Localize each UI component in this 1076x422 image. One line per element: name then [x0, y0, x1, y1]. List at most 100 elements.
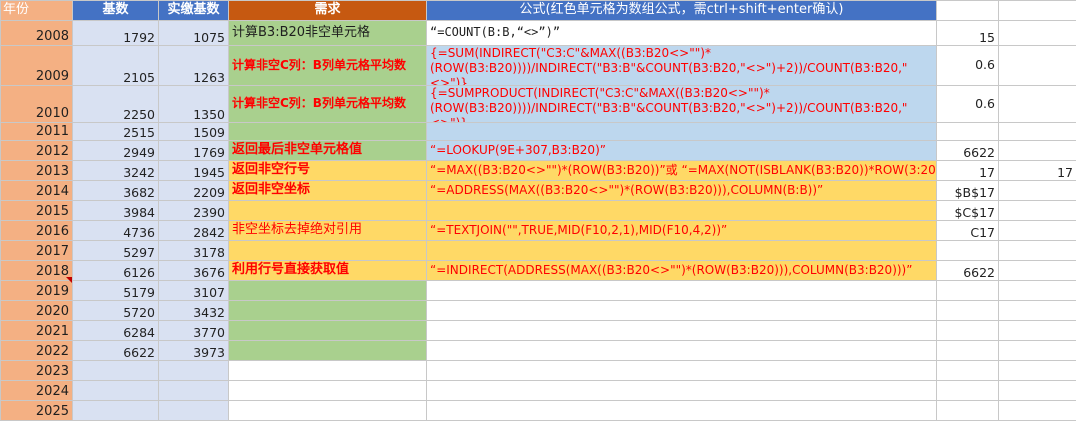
cell-year[interactable]: 2025: [1, 401, 73, 421]
cell-paid[interactable]: 3107: [159, 281, 229, 301]
cell-result[interactable]: [937, 301, 999, 321]
cell-paid[interactable]: 2842: [159, 221, 229, 241]
cell-result[interactable]: C17: [937, 221, 999, 241]
cell-base[interactable]: 3984: [73, 201, 159, 221]
header-extra[interactable]: [999, 1, 1076, 21]
cell-formula[interactable]: “=MAX((B3:B20<>"")*(ROW(B3:B20))”或 “=MAX…: [427, 161, 937, 181]
cell-need[interactable]: [229, 341, 427, 361]
cell-extra[interactable]: 17: [999, 161, 1076, 181]
cell-result[interactable]: 0.6: [937, 86, 999, 123]
cell-year[interactable]: 2015: [1, 201, 73, 221]
cell-extra[interactable]: [999, 241, 1076, 261]
cell-year[interactable]: 2020: [1, 301, 73, 321]
cell-year[interactable]: 2016: [1, 221, 73, 241]
cell-formula[interactable]: [427, 381, 937, 401]
header-base[interactable]: 基数: [73, 1, 159, 21]
cell-paid[interactable]: 1945: [159, 161, 229, 181]
header-paid[interactable]: 实缴基数: [159, 1, 229, 21]
cell-formula[interactable]: “=ADDRESS(MAX((B3:B20<>"")*(ROW(B3:B20))…: [427, 181, 937, 201]
cell-result[interactable]: $B$17: [937, 181, 999, 201]
cell-base[interactable]: 4736: [73, 221, 159, 241]
cell-base[interactable]: 6284: [73, 321, 159, 341]
cell-result[interactable]: 6622: [937, 261, 999, 281]
cell-base[interactable]: 2250: [73, 86, 159, 123]
cell-paid[interactable]: 2209: [159, 181, 229, 201]
cell-result[interactable]: [937, 123, 999, 141]
cell-paid[interactable]: 2390: [159, 201, 229, 221]
cell-year[interactable]: 2017: [1, 241, 73, 261]
cell-need[interactable]: [229, 321, 427, 341]
cell-extra[interactable]: [999, 401, 1076, 421]
cell-year[interactable]: 2019: [1, 281, 73, 301]
cell-result[interactable]: [937, 361, 999, 381]
cell-formula[interactable]: [427, 341, 937, 361]
cell-need[interactable]: 返回最后非空单元格值: [229, 141, 427, 161]
cell-extra[interactable]: [999, 341, 1076, 361]
cell-paid[interactable]: 3178: [159, 241, 229, 261]
cell-base[interactable]: 1792: [73, 21, 159, 46]
cell-paid[interactable]: 3676: [159, 261, 229, 281]
cell-formula[interactable]: “=COUNT(B:B,“<>”)”: [427, 21, 937, 46]
cell-extra[interactable]: [999, 381, 1076, 401]
cell-formula[interactable]: [427, 281, 937, 301]
cell-result[interactable]: [937, 321, 999, 341]
cell-paid[interactable]: 3432: [159, 301, 229, 321]
cell-paid[interactable]: 1075: [159, 21, 229, 46]
cell-base[interactable]: 5179: [73, 281, 159, 301]
cell-formula[interactable]: {=SUMPRODUCT(INDIRECT("C3:C"&MAX((B3:B20…: [427, 86, 937, 123]
cell-extra[interactable]: [999, 361, 1076, 381]
cell-need[interactable]: 利用行号直接获取值: [229, 261, 427, 281]
cell-base[interactable]: 5720: [73, 301, 159, 321]
cell-base[interactable]: 2949: [73, 141, 159, 161]
header-formula[interactable]: 公式(红色单元格为数组公式，需ctrl+shift+enter确认): [427, 1, 937, 21]
cell-extra[interactable]: [999, 261, 1076, 281]
cell-extra[interactable]: [999, 221, 1076, 241]
cell-base[interactable]: 2105: [73, 46, 159, 86]
header-year[interactable]: 年份: [1, 1, 73, 21]
cell-need[interactable]: 非空坐标去掉绝对引用: [229, 221, 427, 241]
cell-need[interactable]: [229, 123, 427, 141]
cell-base[interactable]: [73, 361, 159, 381]
cell-year[interactable]: 2010: [1, 86, 73, 123]
cell-year[interactable]: 2022: [1, 341, 73, 361]
cell-formula[interactable]: “=TEXTJOIN("",TRUE,MID(F10,2,1),MID(F10,…: [427, 221, 937, 241]
cell-extra[interactable]: [999, 21, 1076, 46]
cell-result[interactable]: 0.6: [937, 46, 999, 86]
cell-need[interactable]: [229, 401, 427, 421]
cell-need[interactable]: [229, 201, 427, 221]
cell-base[interactable]: 5297: [73, 241, 159, 261]
cell-paid[interactable]: [159, 361, 229, 381]
cell-base[interactable]: 3682: [73, 181, 159, 201]
cell-extra[interactable]: [999, 321, 1076, 341]
cell-need[interactable]: [229, 361, 427, 381]
cell-paid[interactable]: 1509: [159, 123, 229, 141]
cell-formula[interactable]: [427, 241, 937, 261]
cell-paid[interactable]: 3973: [159, 341, 229, 361]
cell-year[interactable]: 2011: [1, 123, 73, 141]
cell-formula[interactable]: [427, 361, 937, 381]
cell-base[interactable]: [73, 381, 159, 401]
header-need[interactable]: 需求: [229, 1, 427, 21]
cell-paid[interactable]: 3770: [159, 321, 229, 341]
cell-paid[interactable]: [159, 381, 229, 401]
cell-year[interactable]: 2014: [1, 181, 73, 201]
cell-result[interactable]: [937, 281, 999, 301]
cell-extra[interactable]: [999, 123, 1076, 141]
cell-paid[interactable]: 1263: [159, 46, 229, 86]
cell-result[interactable]: 15: [937, 21, 999, 46]
cell-base[interactable]: 2515: [73, 123, 159, 141]
cell-need[interactable]: [229, 241, 427, 261]
cell-base[interactable]: 6126: [73, 261, 159, 281]
cell-year[interactable]: 2008: [1, 21, 73, 46]
cell-need[interactable]: 计算非空C列：B列单元格平均数: [229, 46, 427, 86]
cell-extra[interactable]: [999, 141, 1076, 161]
cell-extra[interactable]: [999, 301, 1076, 321]
cell-result[interactable]: 17: [937, 161, 999, 181]
cell-year[interactable]: 2012: [1, 141, 73, 161]
cell-formula[interactable]: [427, 123, 937, 141]
comment-indicator-icon[interactable]: [66, 277, 72, 283]
cell-year[interactable]: 2024: [1, 381, 73, 401]
cell-extra[interactable]: [999, 181, 1076, 201]
cell-base[interactable]: [73, 401, 159, 421]
cell-need[interactable]: 计算B3:B20非空单元格: [229, 21, 427, 46]
